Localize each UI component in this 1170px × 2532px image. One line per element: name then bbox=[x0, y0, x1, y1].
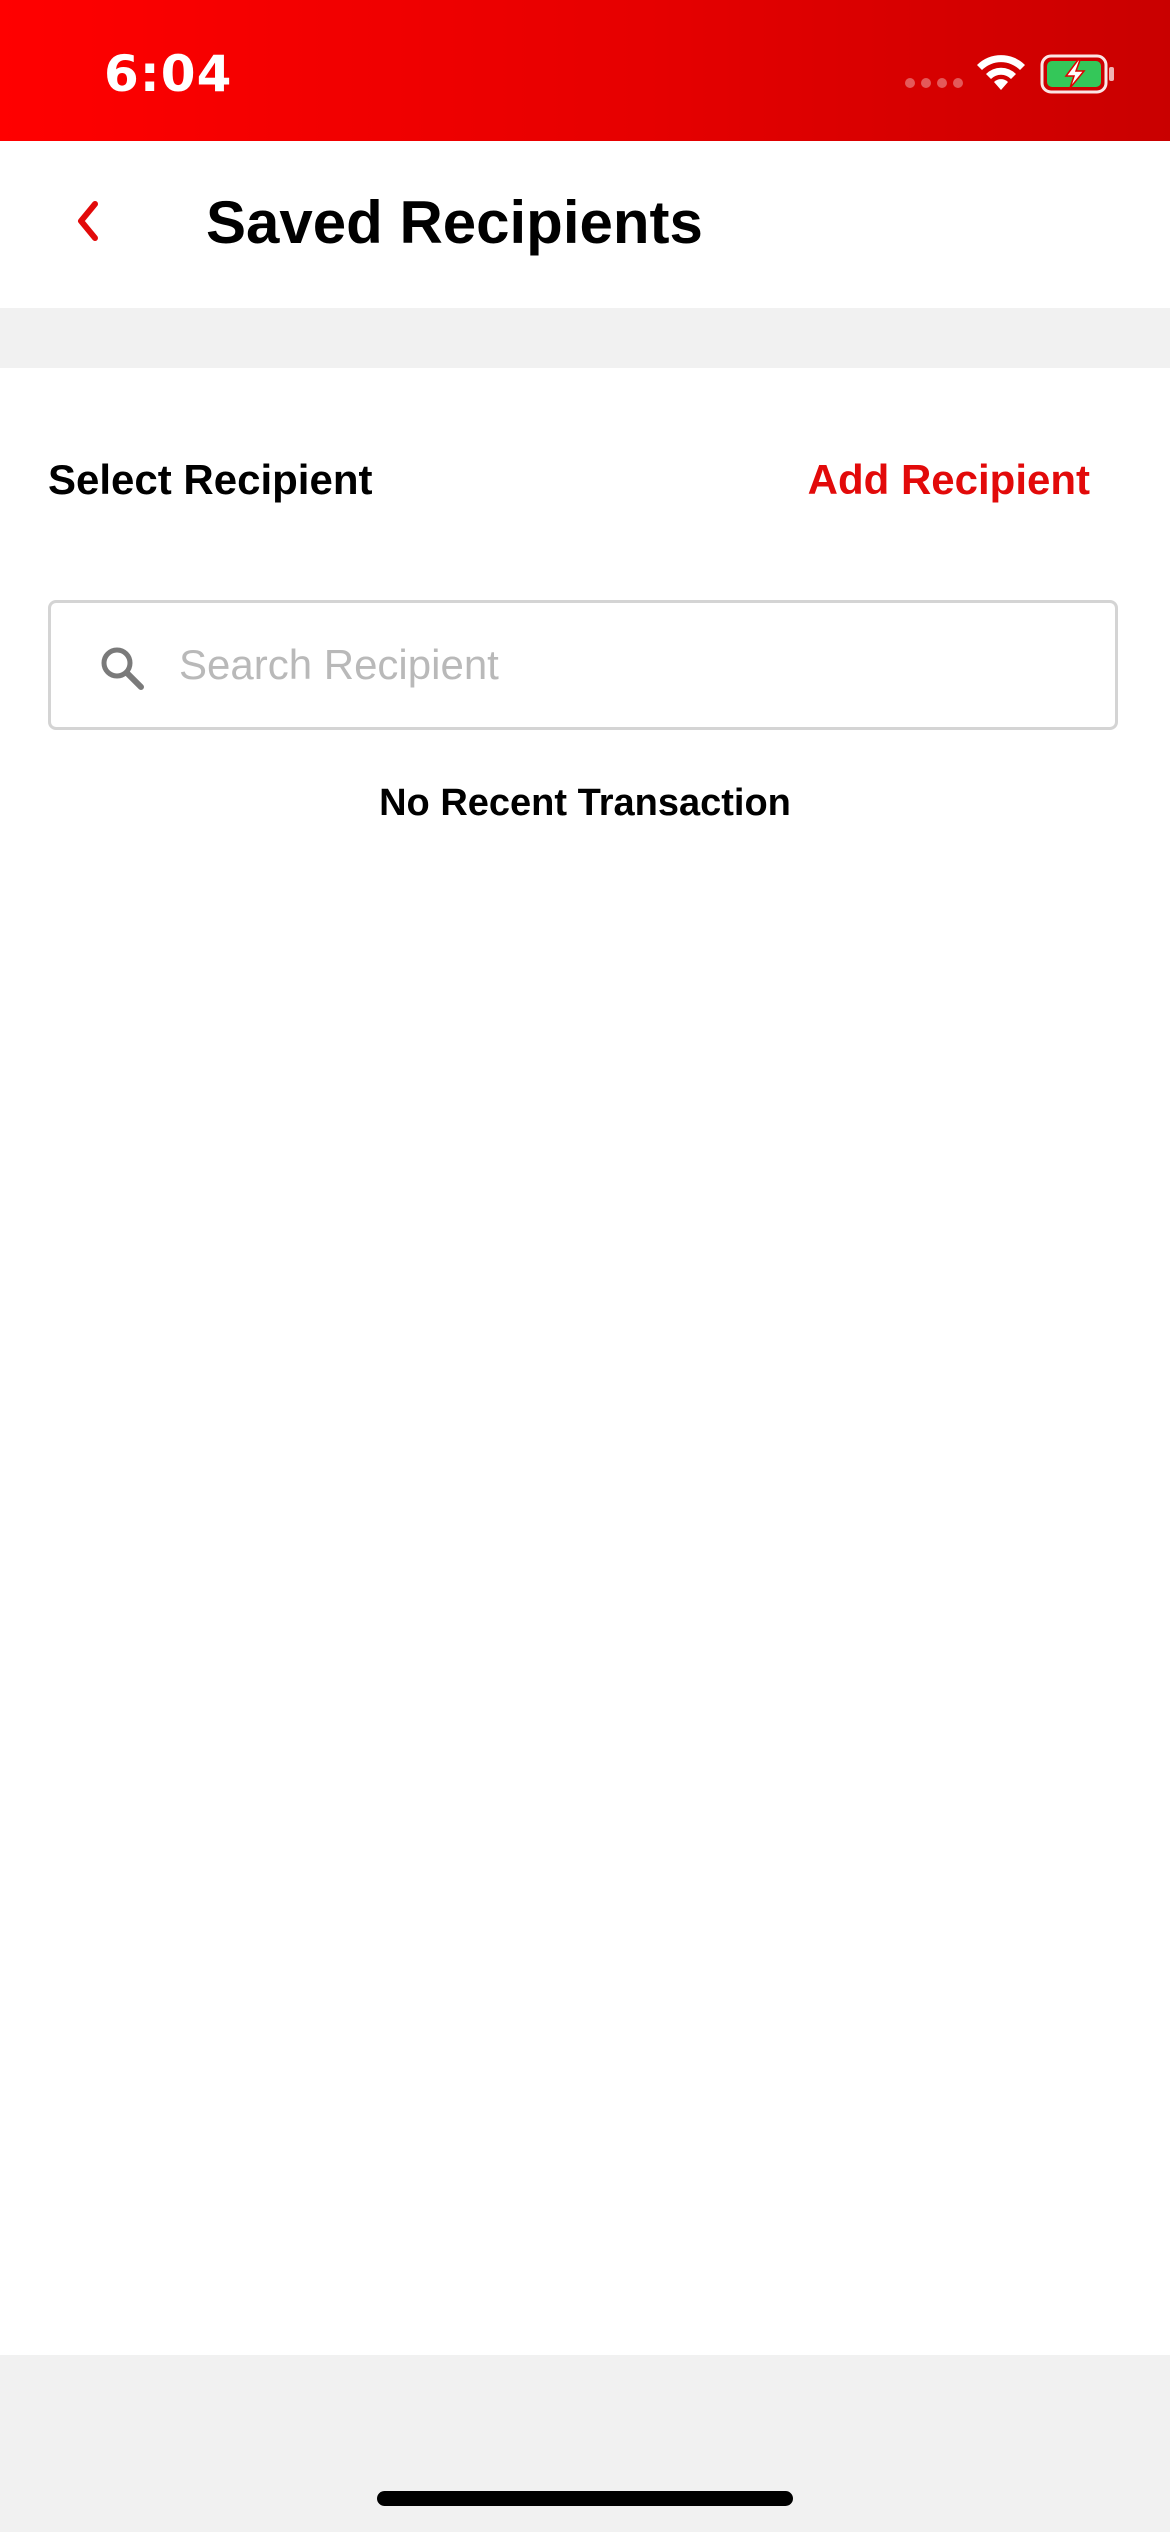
add-recipient-button[interactable]: Add Recipient bbox=[808, 455, 1090, 505]
search-input[interactable] bbox=[179, 603, 1099, 727]
signal-icon bbox=[905, 78, 963, 88]
section-divider bbox=[0, 308, 1170, 368]
home-indicator[interactable] bbox=[377, 2491, 793, 2506]
back-button[interactable] bbox=[58, 181, 118, 261]
page-title: Saved Recipients bbox=[206, 189, 703, 256]
search-icon bbox=[101, 647, 144, 690]
status-time: 6:04 bbox=[104, 45, 233, 103]
wifi-icon bbox=[977, 55, 1025, 90]
status-bar: 6:04 bbox=[0, 0, 1170, 141]
header: Saved Recipients bbox=[0, 141, 1170, 308]
chevron-left-icon bbox=[78, 201, 98, 241]
select-recipient-label: Select Recipient bbox=[48, 456, 373, 503]
battery-charging-icon bbox=[1040, 54, 1114, 94]
search-field[interactable] bbox=[48, 600, 1118, 730]
empty-state-message: No Recent Transaction bbox=[379, 782, 791, 824]
